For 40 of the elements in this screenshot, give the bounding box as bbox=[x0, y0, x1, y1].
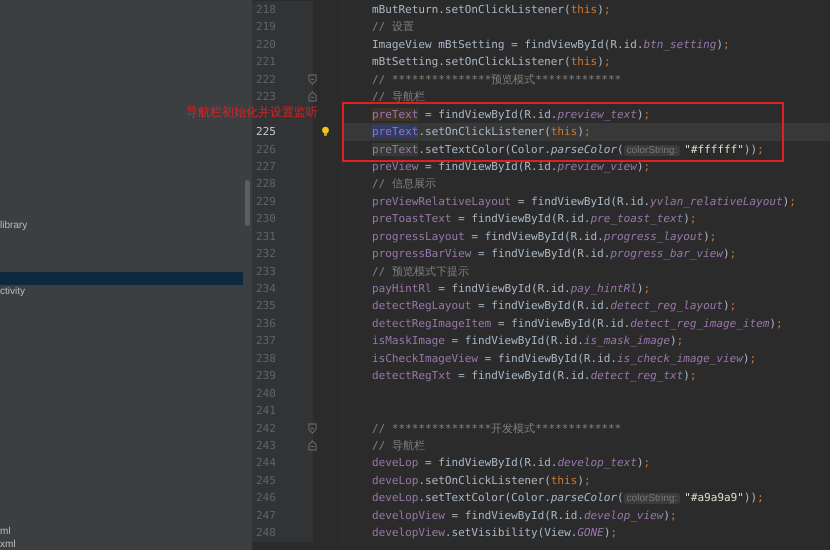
code-line: progressLayout = findViewById(R.id.progress_layout); bbox=[371, 228, 718, 245]
code-line: // ***************预览模式************* bbox=[371, 72, 622, 88]
fold-end-icon[interactable] bbox=[308, 91, 317, 102]
code-line: preToastText = findViewById(R.id.pre_toast_text); bbox=[371, 211, 698, 228]
code-line: // 导航栏 bbox=[371, 89, 426, 106]
code-line: // 预览模式下提示 bbox=[371, 264, 470, 280]
code-line: detectRegImageItem = findViewById(R.id.detect_reg_image_item); bbox=[371, 316, 784, 332]
code-line: detectRegTxt = findViewById(R.id.detect_reg_txt); bbox=[371, 368, 698, 384]
code-line: detectRegLayout = findViewById(R.id.detect_reg_layout); bbox=[371, 298, 738, 314]
code-line: deveLop.setTextColor(Color.parseColor( colorString: "#a9a9a9")); bbox=[371, 490, 765, 506]
code-line: // 信息展示 bbox=[371, 176, 437, 192]
fold-start-icon[interactable] bbox=[308, 74, 317, 85]
code-line: isCheckImageView = findViewById(R.id.is_check_image_view); bbox=[371, 350, 758, 367]
code-line: ImageView mBtSetting = findViewById(R.id.btn_setting); bbox=[371, 36, 731, 53]
code-line: // 设置 bbox=[371, 19, 415, 36]
code-line: preText = findViewById(R.id.preview_text); bbox=[371, 106, 652, 123]
code-line: deveLop.setOnClickListener(this); bbox=[371, 472, 592, 489]
lightbulb-icon[interactable] bbox=[321, 126, 330, 138]
code-line: progressBarView = findViewById(R.id.progress_bar_view); bbox=[371, 246, 738, 262]
code-line: // ***************开发模式************* bbox=[371, 420, 622, 436]
code-line: developView.setVisibility(View.GONE); bbox=[371, 525, 618, 542]
annotation-text: 导航栏初始化并设置监听 bbox=[186, 104, 318, 121]
code-line: preView = findViewById(R.id.preview_view); bbox=[371, 158, 652, 175]
tree-item[interactable]: xml bbox=[0, 538, 243, 550]
code-line: preViewRelativeLayout = findViewById(R.id.yvlan_relativeLayout); bbox=[371, 194, 797, 210]
code-line: mBtSetting.setOnClickListener(this); bbox=[371, 54, 612, 70]
code-line: // 导航栏 bbox=[371, 438, 426, 454]
code-line: preText.setTextColor(Color.parseColor( colorString: "#ffffff")); bbox=[371, 142, 765, 158]
tree-item[interactable]: ctivity bbox=[0, 285, 243, 299]
fold-start-icon[interactable] bbox=[308, 422, 317, 434]
tree-item[interactable]: library bbox=[0, 218, 243, 232]
fold-end-icon[interactable] bbox=[308, 440, 317, 451]
code-line: payHintRl = findViewById(R.id.pay_hintRl); bbox=[371, 281, 652, 297]
code-line: mButReturn.setOnClickListener(this); bbox=[371, 2, 612, 18]
tree-item[interactable]: ml bbox=[0, 524, 243, 538]
line-number: 225 bbox=[256, 125, 276, 138]
code-line: deveLop = findViewById(R.id.develop_text); bbox=[371, 455, 652, 472]
code-line: isMaskImage = findViewById(R.id.is_mask_image); bbox=[371, 333, 684, 350]
scrollbar-thumb[interactable] bbox=[245, 180, 250, 226]
code-line: developView = findViewById(R.id.develop_view); bbox=[371, 508, 678, 524]
